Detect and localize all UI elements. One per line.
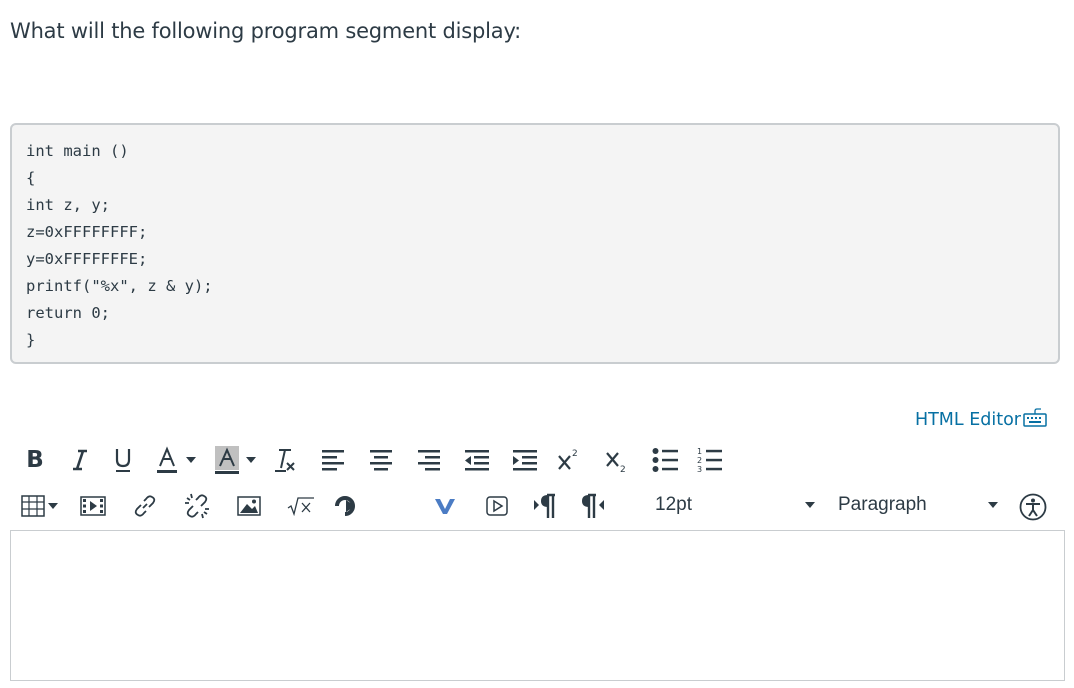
math-equation-icon[interactable] (284, 489, 318, 523)
background-color-icon[interactable] (210, 443, 244, 477)
clear-formatting-icon[interactable] (268, 443, 302, 477)
code-line: } (26, 331, 36, 349)
code-line: { (26, 169, 36, 187)
accessibility-checker-icon[interactable] (1018, 490, 1048, 524)
media-record-icon[interactable] (480, 489, 514, 523)
bold-icon[interactable]: B (20, 443, 50, 477)
align-center-icon[interactable] (364, 443, 398, 477)
rtl-paragraph-icon[interactable] (576, 489, 610, 523)
text-color-icon[interactable] (150, 443, 184, 477)
chevron-down-icon[interactable] (244, 443, 258, 477)
svg-text:1: 1 (697, 447, 702, 456)
bullet-list-icon[interactable] (648, 443, 682, 477)
superscript-icon[interactable]: 2 (552, 443, 586, 477)
keyboard-icon (1023, 407, 1047, 432)
code-line: z=0xFFFFFFFF; (26, 223, 148, 241)
link-icon[interactable] (128, 489, 162, 523)
question-text: What will the following program segment … (10, 19, 522, 43)
code-line: y=0xFFFFFFFE; (26, 250, 148, 268)
outdent-icon[interactable] (460, 443, 494, 477)
image-icon[interactable] (232, 489, 266, 523)
lti-tool-icon[interactable] (328, 489, 362, 523)
media-icon[interactable] (76, 489, 110, 523)
svg-text:2: 2 (697, 456, 702, 465)
code-line: return 0; (26, 304, 110, 322)
html-editor-link[interactable]: HTML Editor (915, 407, 1047, 432)
indent-icon[interactable] (508, 443, 542, 477)
block-format-select[interactable]: Paragraph (838, 490, 998, 520)
table-icon[interactable] (20, 489, 46, 523)
underline-icon[interactable] (106, 443, 140, 477)
subscript-icon[interactable]: 2 (600, 443, 634, 477)
html-editor-label: HTML Editor (914, 409, 1021, 430)
font-size-select[interactable]: 12pt (655, 490, 815, 520)
ltr-paragraph-icon[interactable] (528, 489, 562, 523)
chevron-down-icon (805, 502, 815, 508)
code-line: int z, y; (26, 196, 110, 214)
rich-text-editor-body[interactable] (10, 530, 1065, 681)
unlink-icon[interactable] (180, 489, 214, 523)
svg-text:2: 2 (572, 449, 578, 459)
numbered-list-icon[interactable]: 123 (692, 443, 726, 477)
code-line: int main () (26, 142, 129, 160)
align-right-icon[interactable] (412, 443, 446, 477)
align-left-icon[interactable] (316, 443, 350, 477)
toolbar-row-formatting: B 2 2 123 (20, 440, 726, 480)
chevron-down-icon[interactable] (184, 443, 198, 477)
italic-icon[interactable] (60, 443, 100, 477)
chevron-down-icon (988, 502, 998, 508)
chevron-down-icon[interactable] (46, 489, 60, 523)
svg-text:3: 3 (697, 465, 702, 474)
code-block: int main () { int z, y; z=0xFFFFFFFF; y=… (10, 123, 1060, 364)
block-format-value: Paragraph (838, 494, 927, 515)
svg-text:2: 2 (620, 465, 626, 473)
code-line: printf("%x", z & y); (26, 277, 213, 295)
font-size-value: 12pt (655, 494, 692, 515)
vimeo-icon[interactable] (428, 489, 462, 523)
toolbar-row-insert (20, 486, 610, 526)
